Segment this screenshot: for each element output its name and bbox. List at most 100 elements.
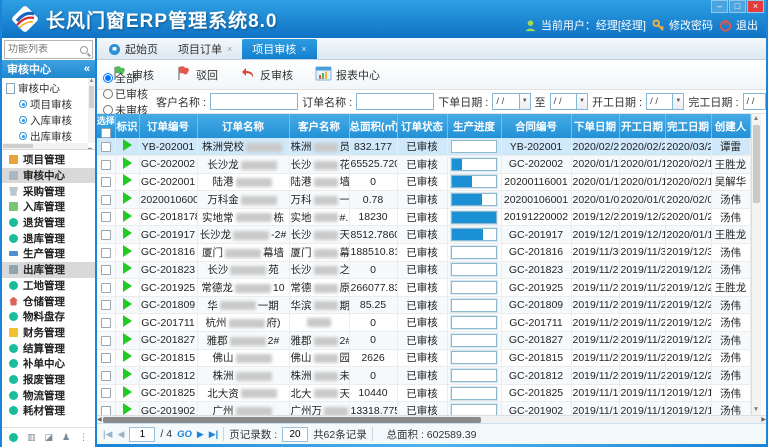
column-header-9[interactable]: 下单日期 xyxy=(571,114,619,138)
row-checkbox[interactable] xyxy=(101,353,111,363)
sidebar-item-16[interactable]: 耗材管理 xyxy=(2,403,95,419)
table-row[interactable]: GC-201823长沙苑长沙之..0已审核GC-2018232019/11/27… xyxy=(97,261,750,279)
tree-item[interactable]: 入库审核 xyxy=(6,112,87,128)
sidebar-item-2[interactable]: 采购管理 xyxy=(2,183,95,199)
sidebar-item-3[interactable]: 入库管理 xyxy=(2,199,95,215)
sidebar-item-10[interactable]: 物料盘存 xyxy=(2,309,95,325)
row-checkbox[interactable] xyxy=(101,371,111,381)
column-header-5[interactable]: 总面积(㎡) xyxy=(349,114,397,138)
row-checkbox[interactable] xyxy=(101,177,111,187)
row-checkbox[interactable] xyxy=(101,318,111,328)
table-row[interactable]: GC-201827雅郡2#雅郡2#0已审核GC-2018272019/11/20… xyxy=(97,332,750,350)
tab-0[interactable]: 起始页 xyxy=(99,39,168,59)
table-row[interactable]: GC-201809华一期华滨期85.25已审核GC-2018092019/11/… xyxy=(97,296,750,314)
function-search[interactable] xyxy=(4,40,93,59)
cart-icon[interactable]: ▥ xyxy=(27,432,36,443)
table-row[interactable]: GC-202002长沙龙长沙花..65525.7200..已审核GC-20200… xyxy=(97,156,750,174)
sidebar-item-5[interactable]: 退库管理 xyxy=(2,230,95,246)
column-header-3[interactable]: 订单名称 xyxy=(197,114,289,138)
sidebar-item-1[interactable]: 审核中心 xyxy=(2,168,95,184)
sidebar-item-6[interactable]: 生产管理 xyxy=(2,246,95,262)
grid-horizontal-scrollbar[interactable]: ◀ ▶ xyxy=(97,415,766,423)
radio-input[interactable] xyxy=(103,89,113,99)
scrollbar-thumb[interactable] xyxy=(753,125,760,203)
table-row[interactable]: GC-201825北大资北大天..10440已审核GC-2018252019/1… xyxy=(97,384,750,402)
finish-date-picker[interactable]: / / xyxy=(743,93,767,110)
column-header-1[interactable]: 标识 xyxy=(115,114,139,138)
column-header-4[interactable]: 客户名称 xyxy=(289,114,349,138)
report-center-button[interactable]: 报表中心 xyxy=(306,62,389,88)
logout-button[interactable]: 退出 xyxy=(719,17,758,33)
plane-icon[interactable]: ◪ xyxy=(44,432,53,443)
table-row[interactable]: GC-201711杭州府)0已审核GC-2017112019/11/202019… xyxy=(97,314,750,332)
first-page-button[interactable]: |◀ xyxy=(103,429,112,440)
sidebar-item-13[interactable]: 补单中心 xyxy=(2,356,95,372)
column-header-7[interactable]: 生产进度 xyxy=(447,114,501,138)
next-page-button[interactable]: ▶ xyxy=(197,429,204,440)
close-tab-icon[interactable]: × xyxy=(301,44,306,54)
order-date-from-picker[interactable]: / /▼ xyxy=(492,93,530,110)
table-row[interactable]: GC-201816厦门幕墙厦门幕墙188510.818已审核GC-2018162… xyxy=(97,244,750,262)
table-row[interactable]: GC-201917长沙龙-2#长沙天..8512.78600..已审核GC-20… xyxy=(97,226,750,244)
radio-0[interactable]: 全部 xyxy=(103,70,148,86)
row-checkbox[interactable] xyxy=(101,230,111,240)
column-header-6[interactable]: 订单状态 xyxy=(397,114,447,138)
sidebar-item-0[interactable]: 项目管理 xyxy=(2,152,95,168)
table-row[interactable]: GC-201925常德龙10常德原..266077.835..已审核GC-201… xyxy=(97,279,750,297)
teal-dot-icon[interactable] xyxy=(9,433,18,442)
sidebar-panel-header[interactable]: 审核中心 « xyxy=(2,60,95,78)
row-checkbox[interactable] xyxy=(101,388,111,398)
close-tab-icon[interactable]: × xyxy=(227,44,232,54)
page-size-input[interactable] xyxy=(282,427,308,442)
change-password-button[interactable]: 修改密码 xyxy=(652,17,713,33)
column-header-2[interactable]: 订单编号 xyxy=(139,114,197,138)
sidebar-item-9[interactable]: 仓储管理 xyxy=(2,293,95,309)
column-header-10[interactable]: 开工日期 xyxy=(619,114,665,138)
column-header-12[interactable]: 创建人 xyxy=(711,114,750,138)
order-name-input[interactable] xyxy=(356,93,434,110)
person-icon[interactable]: ♟ xyxy=(62,432,70,443)
column-header-11[interactable]: 完工日期 xyxy=(665,114,711,138)
go-button[interactable]: GO xyxy=(177,429,192,440)
start-date-picker[interactable]: / /▼ xyxy=(646,93,684,110)
customer-name-input[interactable] xyxy=(210,93,298,110)
function-search-input[interactable] xyxy=(5,44,80,55)
row-checkbox[interactable] xyxy=(101,212,111,222)
grid-vertical-scrollbar[interactable]: ▲ ▼ xyxy=(751,114,761,415)
order-date-to-picker[interactable]: / /▼ xyxy=(550,93,588,110)
tab-1[interactable]: 项目订单× xyxy=(168,39,242,59)
sidebar-item-8[interactable]: 工地管理 xyxy=(2,278,95,294)
radio-input[interactable] xyxy=(103,105,113,115)
maximize-button[interactable]: □ xyxy=(729,0,746,13)
tree-vertical-scrollbar[interactable]: ▲ xyxy=(88,78,95,143)
table-row[interactable]: GC-201815佛山佛山园2626已审核GC-2018152019/11/20… xyxy=(97,349,750,367)
page-number-input[interactable] xyxy=(129,427,155,442)
row-checkbox[interactable] xyxy=(101,283,111,293)
sidebar-item-15[interactable]: 物流管理 xyxy=(2,387,95,403)
column-header-0[interactable]: 选择 xyxy=(97,114,115,138)
table-row[interactable]: GC-2018178实地常栋实地#..18230已审核2019122000220… xyxy=(97,208,750,226)
row-checkbox[interactable] xyxy=(101,265,111,275)
tree-item[interactable]: 项目审核 xyxy=(6,96,87,112)
row-checkbox[interactable] xyxy=(101,160,111,170)
minimize-button[interactable]: – xyxy=(711,0,728,13)
tab-2[interactable]: 项目审核× xyxy=(242,39,316,59)
radio-1[interactable]: 已审核 xyxy=(103,86,148,102)
scroll-down-icon[interactable]: ▼ xyxy=(752,405,761,415)
table-row[interactable]: YB-202001株洲党校株洲员..832.177已审核YB-202001202… xyxy=(97,138,750,156)
collapse-icon[interactable]: « xyxy=(84,63,90,75)
tree-item[interactable]: 出库审核 xyxy=(6,128,87,144)
row-checkbox[interactable] xyxy=(101,336,111,346)
select-all-checkbox[interactable] xyxy=(101,128,111,138)
table-row[interactable]: GC-201812株洲株洲未来0已审核GC-2018122019/11/2020… xyxy=(97,367,750,385)
row-checkbox[interactable] xyxy=(101,195,111,205)
row-checkbox[interactable] xyxy=(101,248,111,258)
unaudit-button[interactable]: 反审核 xyxy=(231,62,302,87)
sidebar-item-4[interactable]: 退货管理 xyxy=(2,215,95,231)
prev-page-button[interactable]: ◀ xyxy=(117,429,124,440)
table-row[interactable]: GC-202001陆港陆港墙0已审核202001160012020/01/162… xyxy=(97,173,750,191)
chevron-down-icon[interactable]: ▼ xyxy=(672,94,683,109)
sidebar-item-14[interactable]: 报废管理 xyxy=(2,372,95,388)
tree-root[interactable]: 审核中心 xyxy=(6,80,87,96)
close-button[interactable]: × xyxy=(747,0,764,13)
